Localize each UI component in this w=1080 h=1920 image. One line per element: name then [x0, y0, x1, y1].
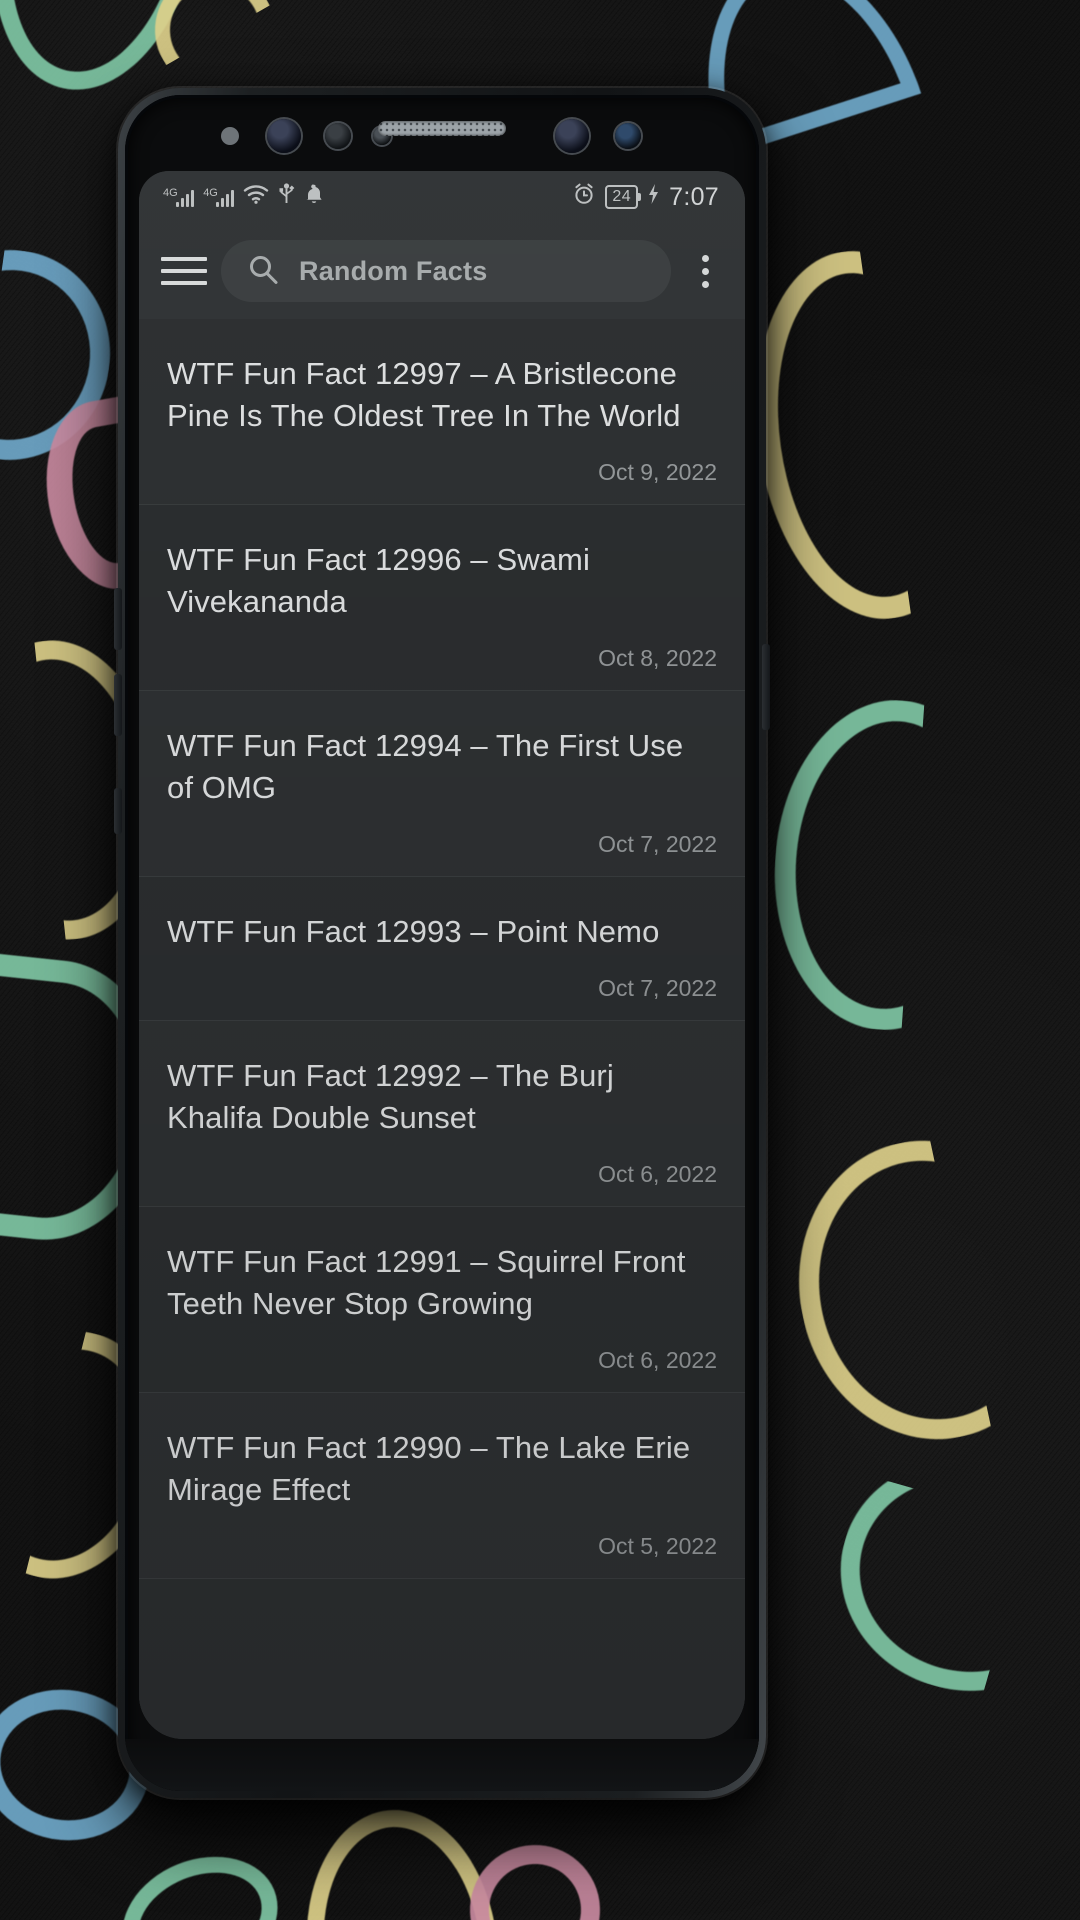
fact-title: WTF Fun Fact 12993 – Point Nemo: [167, 914, 660, 949]
signal-bars-1: [175, 188, 195, 207]
search-placeholder-text: Random Facts: [299, 255, 488, 286]
volume-down-button[interactable]: [114, 674, 122, 736]
earpiece-speaker: [378, 121, 506, 136]
phone-screen: 4G 4G 24 7:07 Random Facts WTF Fun Fact …: [139, 171, 745, 1739]
status-bar-clock: 7:07: [669, 182, 719, 211]
signal-bars-2: [215, 188, 235, 207]
power-button[interactable]: [762, 644, 770, 730]
status-bar-right: 24 7:07: [572, 182, 719, 212]
signal-4g-icon-sim1: 4G: [163, 187, 195, 207]
list-item[interactable]: WTF Fun Fact 12994 – The First Use of OM…: [139, 691, 745, 877]
alarm-clock-icon: [572, 182, 596, 212]
list-item[interactable]: WTF Fun Fact 12996 – Swami Vivekananda O…: [139, 505, 745, 691]
front-camera-icon: [267, 119, 301, 153]
fact-date: Oct 5, 2022: [598, 1533, 717, 1559]
fact-date: Oct 6, 2022: [598, 1161, 717, 1187]
ambient-light-sensor-icon: [221, 127, 239, 145]
status-bar-left: 4G 4G: [163, 183, 324, 211]
fact-title: WTF Fun Fact 12992 – The Burj Khalifa Do…: [167, 1058, 614, 1135]
proximity-sensor-icon: [325, 123, 351, 149]
usb-icon: [278, 183, 295, 211]
fact-date: Oct 7, 2022: [598, 975, 717, 1001]
volume-up-button[interactable]: [114, 588, 122, 650]
list-item[interactable]: WTF Fun Fact 12991 – Squirrel Front Teet…: [139, 1207, 745, 1393]
app-bar: Random Facts: [139, 223, 745, 319]
status-bar: 4G 4G 24 7:07: [139, 171, 745, 223]
iris-camera-icon: [555, 119, 589, 153]
fact-date: Oct 6, 2022: [598, 1347, 717, 1373]
phone-bottom-bezel: [125, 1739, 759, 1791]
overflow-menu-icon[interactable]: [685, 245, 725, 297]
wifi-icon: [243, 184, 269, 210]
sensor-cluster: [125, 95, 759, 173]
fact-title: WTF Fun Fact 12997 – A Bristlecone Pine …: [167, 356, 681, 433]
signal-4g-icon-sim2: 4G: [203, 187, 235, 207]
list-item[interactable]: WTF Fun Fact 12990 – The Lake Erie Mirag…: [139, 1393, 745, 1579]
search-input[interactable]: Random Facts: [221, 240, 671, 302]
bell-icon: [304, 183, 324, 211]
battery-indicator: 24: [605, 185, 641, 209]
fact-title: WTF Fun Fact 12990 – The Lake Erie Mirag…: [167, 1430, 691, 1507]
led-indicator-icon: [615, 123, 641, 149]
fact-date: Oct 8, 2022: [598, 645, 717, 671]
lightning-bolt-icon: [647, 183, 660, 211]
list-item[interactable]: WTF Fun Fact 12997 – A Bristlecone Pine …: [139, 319, 745, 505]
fact-title: WTF Fun Fact 12991 – Squirrel Front Teet…: [167, 1244, 686, 1321]
assistant-button[interactable]: [114, 788, 122, 834]
hamburger-menu-icon[interactable]: [161, 252, 207, 290]
fact-title: WTF Fun Fact 12996 – Swami Vivekananda: [167, 542, 590, 619]
phone-device: 4G 4G 24 7:07 Random Facts WTF Fun Fact …: [114, 88, 770, 1798]
fact-title: WTF Fun Fact 12994 – The First Use of OM…: [167, 728, 684, 805]
phone-bezel: 4G 4G 24 7:07 Random Facts WTF Fun Fact …: [125, 95, 759, 1791]
fact-list[interactable]: WTF Fun Fact 12997 – A Bristlecone Pine …: [139, 319, 745, 1739]
list-item[interactable]: WTF Fun Fact 12992 – The Burj Khalifa Do…: [139, 1021, 745, 1207]
search-icon: [247, 253, 279, 290]
fact-date: Oct 7, 2022: [598, 831, 717, 857]
list-item[interactable]: WTF Fun Fact 12993 – Point Nemo Oct 7, 2…: [139, 877, 745, 1021]
fact-date: Oct 9, 2022: [598, 459, 717, 485]
